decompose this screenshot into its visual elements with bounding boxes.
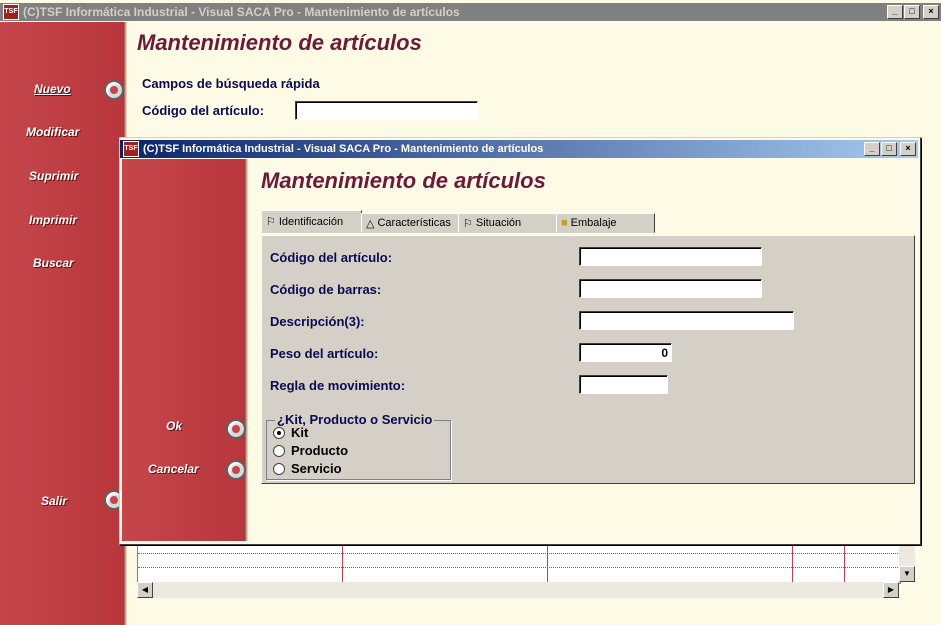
front-sidebar (122, 159, 248, 541)
modificar-button[interactable]: Modificar (26, 125, 79, 139)
back-sidebar (0, 22, 127, 625)
suprimir-button[interactable]: Suprimir (29, 169, 78, 183)
maximize-button[interactable]: □ (881, 142, 897, 156)
regla-label: Regla de movimiento: (270, 378, 406, 393)
horizontal-scrollbar[interactable]: ◀ ▶ (137, 582, 899, 598)
scroll-down-button[interactable]: ▼ (899, 566, 915, 582)
page-title: Mantenimiento de artículos (137, 30, 422, 55)
nuevo-button[interactable]: Nuevo (34, 82, 71, 96)
signpost-icon: ⚐ (463, 217, 473, 230)
ring-icon (226, 460, 246, 480)
app-logo-icon: TSF (123, 141, 139, 157)
buscar-button[interactable]: Buscar (33, 256, 74, 270)
dialog-title: Mantenimiento de artículos (261, 168, 546, 193)
close-button[interactable]: × (923, 5, 939, 19)
tab-strip: ⚐ Identificación △ Características ⚐ Sit… (261, 210, 655, 233)
peso-input[interactable] (579, 343, 672, 362)
front-window-titlebar[interactable]: TSF (C)TSF Informática Industrial - Visu… (120, 140, 918, 158)
descripcion-label: Descripción(3): (270, 314, 365, 329)
box-icon: ■ (561, 217, 568, 229)
ok-button[interactable]: Ok (166, 419, 182, 433)
regla-input[interactable] (579, 375, 668, 394)
tab-situacion[interactable]: ⚐ Situación (458, 213, 557, 233)
salir-button[interactable]: Salir (41, 494, 67, 508)
quick-search-label: Campos de búsqueda rápida (142, 76, 320, 91)
ring-icon (104, 80, 124, 100)
scroll-right-button[interactable]: ▶ (883, 582, 899, 598)
results-grid[interactable] (137, 540, 901, 584)
minimize-button[interactable]: _ (887, 5, 903, 19)
codigo-label: Código del artículo: (142, 103, 265, 118)
radio-servicio[interactable]: Servicio (273, 461, 342, 476)
codigo-search-input[interactable] (295, 101, 478, 120)
front-window-title: (C)TSF Informática Industrial - Visual S… (143, 143, 544, 155)
barras-input[interactable] (579, 279, 762, 298)
compass-icon: △ (366, 217, 375, 230)
peso-label: Peso del artículo: (270, 346, 379, 361)
front-window: TSF (C)TSF Informática Industrial - Visu… (119, 137, 921, 545)
app-logo-icon: TSF (3, 4, 19, 20)
ring-icon (226, 419, 246, 439)
radio-producto[interactable]: Producto (273, 443, 348, 458)
codigo-label: Código del artículo: (270, 250, 393, 265)
tab-embalaje[interactable]: ■ Embalaje (556, 213, 655, 233)
tab-identificacion[interactable]: ⚐ Identificación (261, 210, 362, 233)
identificacion-panel: Código del artículo: Código de barras: D… (261, 235, 915, 484)
barras-label: Código de barras: (270, 282, 382, 297)
scroll-left-button[interactable]: ◀ (137, 582, 153, 598)
radio-checked-icon (273, 426, 285, 439)
tipo-groupbox: ¿Kit, Producto o Servicio Kit Producto S… (266, 412, 451, 480)
vertical-scrollbar[interactable]: ▼ (899, 540, 915, 582)
signpost-icon: ⚐ (266, 216, 276, 228)
tab-caracteristicas[interactable]: △ Características (361, 213, 459, 233)
cancel-button[interactable]: Cancelar (148, 462, 199, 476)
back-window-titlebar[interactable]: TSF (C)TSF Informática Industrial - Visu… (0, 3, 941, 21)
radio-unchecked-icon (273, 462, 285, 475)
back-window-title: (C)TSF Informática Industrial - Visual S… (23, 5, 460, 19)
imprimir-button[interactable]: Imprimir (29, 213, 77, 227)
radio-unchecked-icon (273, 444, 285, 457)
radio-kit[interactable]: Kit (273, 425, 308, 440)
minimize-button[interactable]: _ (864, 142, 880, 156)
close-button[interactable]: × (900, 142, 916, 156)
codigo-input[interactable] (579, 247, 762, 266)
maximize-button[interactable]: □ (904, 5, 920, 19)
descripcion-input[interactable] (579, 311, 794, 330)
